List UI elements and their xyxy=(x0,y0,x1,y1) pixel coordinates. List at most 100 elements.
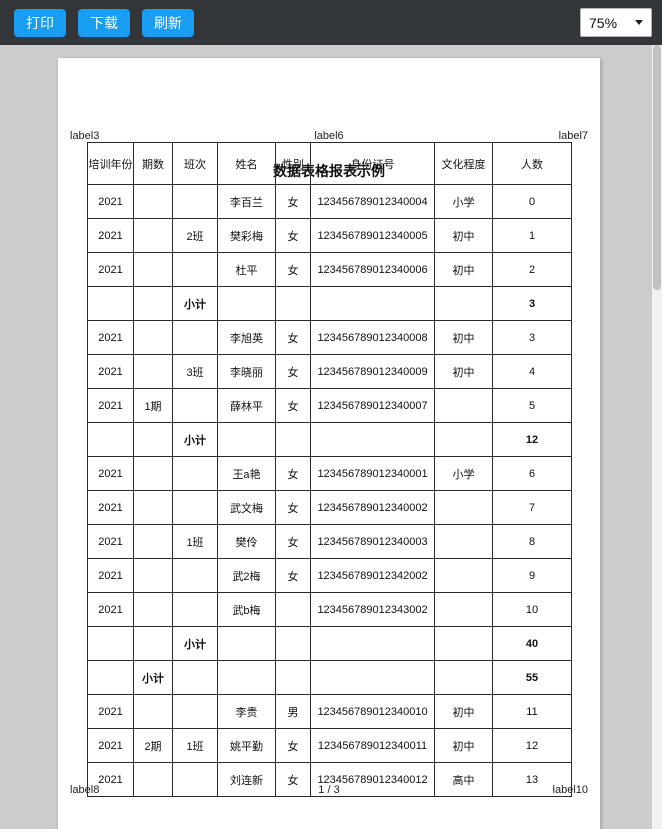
zoom-level-select[interactable]: 75% xyxy=(580,8,652,37)
cell-year xyxy=(87,422,134,457)
cell-count: 12 xyxy=(492,728,572,763)
table-body: 2021 李百兰女 123456789012340004 小学 0 2021 2班 樊彩梅女 1… xyxy=(87,184,572,797)
cell-term xyxy=(133,286,173,321)
cell-gender xyxy=(275,422,311,457)
cell-count: 55 xyxy=(492,660,572,695)
column-header-edu: 文化程度 xyxy=(434,142,493,185)
cell-edu xyxy=(434,558,493,593)
scrollbar-thumb[interactable] xyxy=(653,45,661,290)
table-row: 2021 2班 樊彩梅女 123456789012340005 初中 1 xyxy=(87,218,572,253)
cell-count: 8 xyxy=(492,524,572,559)
cell-gender: 女 xyxy=(275,320,311,355)
cell-count: 9 xyxy=(492,558,572,593)
column-header-class: 班次 xyxy=(172,142,218,185)
cell-year: 2021 xyxy=(87,558,134,593)
vertical-scrollbar[interactable] xyxy=(652,45,662,829)
cell-edu: 小学 xyxy=(434,456,493,491)
cell-class: 2班 xyxy=(172,218,218,253)
cell-term xyxy=(133,524,173,559)
cell-id: 123456789012342002 xyxy=(310,558,435,593)
cell-edu xyxy=(434,490,493,525)
cell-class xyxy=(172,660,218,695)
table-row: 2021 1班 樊伶女 123456789012340003 8 xyxy=(87,524,572,559)
cell-name: 王a艳 xyxy=(217,456,276,491)
cell-term xyxy=(133,592,173,627)
cell-year: 2021 xyxy=(87,252,134,287)
footer-label-right: label10 xyxy=(552,784,588,796)
cell-year: 2021 xyxy=(87,184,134,219)
cell-year: 2021 xyxy=(87,592,134,627)
cell-gender: 女 xyxy=(275,388,311,423)
cell-count: 5 xyxy=(492,388,572,423)
cell-id xyxy=(310,626,435,661)
cell-class: 小计 xyxy=(172,286,218,321)
cell-class xyxy=(172,558,218,593)
table-row: 小计 12 xyxy=(87,422,572,457)
print-button[interactable]: 打印 xyxy=(14,8,66,37)
chevron-down-icon xyxy=(635,20,643,25)
cell-year xyxy=(87,660,134,695)
cell-term xyxy=(133,184,173,219)
cell-year: 2021 xyxy=(87,490,134,525)
cell-term: 小计 xyxy=(133,660,173,695)
cell-id: 123456789012340011 xyxy=(310,728,435,763)
cell-edu: 初中 xyxy=(434,694,493,729)
cell-term xyxy=(133,694,173,729)
cell-name: 李贵 xyxy=(217,694,276,729)
cell-term xyxy=(133,490,173,525)
cell-count: 10 xyxy=(492,592,572,627)
column-header-gender: 性别 xyxy=(275,142,311,185)
cell-class xyxy=(172,320,218,355)
cell-class xyxy=(172,252,218,287)
download-button[interactable]: 下载 xyxy=(78,8,130,37)
cell-id xyxy=(310,286,435,321)
cell-class: 小计 xyxy=(172,626,218,661)
cell-edu: 小学 xyxy=(434,184,493,219)
cell-edu xyxy=(434,286,493,321)
cell-name: 李旭英 xyxy=(217,320,276,355)
cell-name xyxy=(217,286,276,321)
cell-class xyxy=(172,184,218,219)
cell-edu xyxy=(434,626,493,661)
cell-gender: 女 xyxy=(275,728,311,763)
cell-id: 123456789012340007 xyxy=(310,388,435,423)
cell-name: 武2梅 xyxy=(217,558,276,593)
cell-class xyxy=(172,694,218,729)
cell-id: 123456789012340002 xyxy=(310,490,435,525)
cell-edu xyxy=(434,388,493,423)
cell-term xyxy=(133,626,173,661)
cell-name: 姚平勤 xyxy=(217,728,276,763)
cell-id: 123456789012340003 xyxy=(310,524,435,559)
cell-id: 123456789012340005 xyxy=(310,218,435,253)
cell-year xyxy=(87,626,134,661)
table-row: 2021 武文梅女 123456789012340002 7 xyxy=(87,490,572,525)
table-row: 2021 1期 薛林平女 123456789012340007 5 xyxy=(87,388,572,423)
refresh-button[interactable]: 刷新 xyxy=(142,8,194,37)
zoom-level-value: 75% xyxy=(589,14,618,31)
cell-count: 3 xyxy=(492,286,572,321)
cell-year: 2021 xyxy=(87,388,134,423)
viewer-toolbar: 打印 下载 刷新 75% xyxy=(0,0,662,45)
header-label-right: label7 xyxy=(558,130,588,142)
cell-name: 李百兰 xyxy=(217,184,276,219)
table-row: 2021 李旭英女 123456789012340008 初中 3 xyxy=(87,320,572,355)
cell-edu: 初中 xyxy=(434,320,493,355)
cell-year: 2021 xyxy=(87,320,134,355)
cell-class: 1班 xyxy=(172,524,218,559)
cell-term xyxy=(133,354,173,389)
column-header-count: 人数 xyxy=(492,142,572,185)
table-row: 2021 武b梅 123456789012343002 10 xyxy=(87,592,572,627)
table-row: 小计 40 xyxy=(87,626,572,661)
cell-id xyxy=(310,422,435,457)
cell-gender xyxy=(275,286,311,321)
cell-class xyxy=(172,592,218,627)
cell-year xyxy=(87,286,134,321)
cell-name: 李晓丽 xyxy=(217,354,276,389)
cell-term xyxy=(133,558,173,593)
cell-name xyxy=(217,660,276,695)
cell-class: 1班 xyxy=(172,728,218,763)
cell-count: 40 xyxy=(492,626,572,661)
table-row: 2021 武2梅女 123456789012342002 9 xyxy=(87,558,572,593)
cell-id xyxy=(310,660,435,695)
cell-term: 2期 xyxy=(133,728,173,763)
